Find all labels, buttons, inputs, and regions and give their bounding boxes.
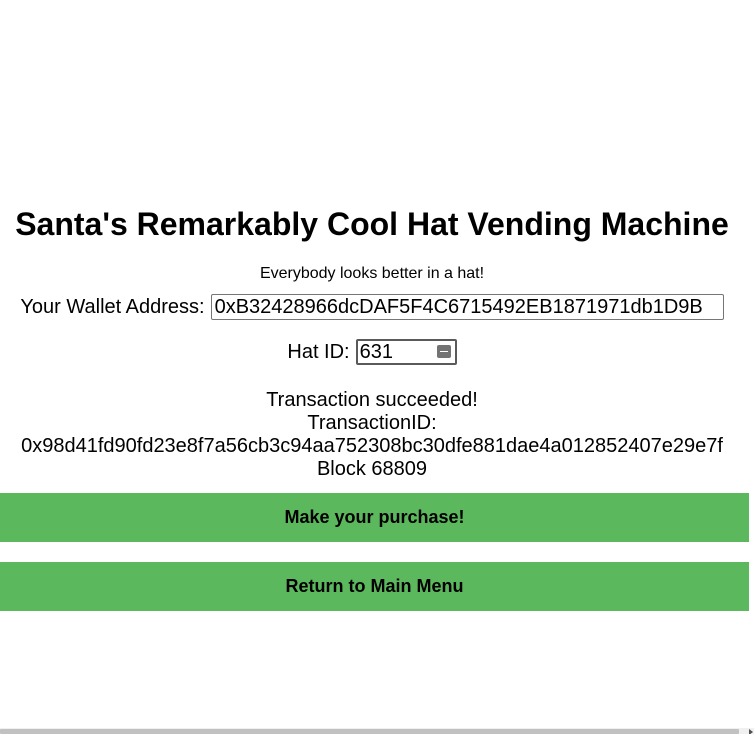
wallet-row: Your Wallet Address: [0,294,744,320]
wallet-address-input[interactable] [210,294,724,320]
horizontal-scrollbar[interactable] [0,728,754,734]
status-message: Transaction succeeded! [266,389,478,411]
transaction-id-value: 0x98d41fd90fd23e8f7a56cb3c94aa752308bc30… [21,435,723,457]
make-purchase-button[interactable]: Make your purchase! [0,493,749,542]
hat-row: Hat ID: [0,339,744,365]
transaction-id-label: TransactionID: [307,412,437,434]
block-number: Block 68809 [316,458,428,480]
main-content: Santa's Remarkably Cool Hat Vending Mach… [0,204,744,481]
scroll-right-arrow-icon[interactable] [749,729,753,734]
page: Santa's Remarkably Cool Hat Vending Mach… [0,0,754,734]
hat-id-input[interactable] [359,341,438,363]
hat-id-field[interactable] [355,339,457,365]
scrollbar-thumb[interactable] [0,729,739,734]
tagline: Everybody looks better in a hat! [259,265,485,282]
number-spin-icon[interactable] [436,345,451,358]
hat-id-label: Hat ID: [287,340,350,363]
transaction-status: Transaction succeeded! TransactionID: 0x… [0,389,744,481]
page-title: Santa's Remarkably Cool Hat Vending Mach… [15,206,729,242]
wallet-label: Your Wallet Address: [20,295,205,318]
return-main-menu-button[interactable]: Return to Main Menu [0,562,749,611]
